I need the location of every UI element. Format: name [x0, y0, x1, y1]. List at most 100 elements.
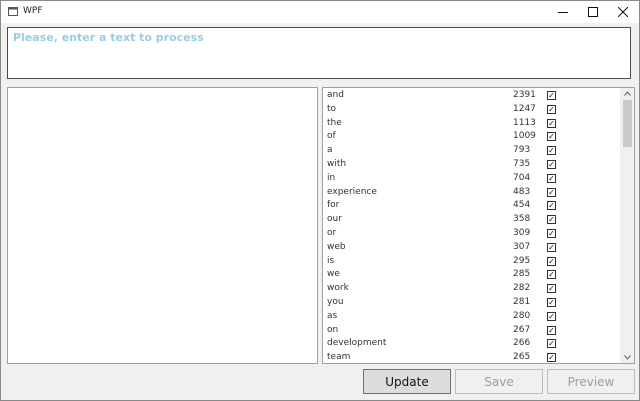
minimize-icon: [558, 12, 568, 13]
list-item[interactable]: team 265 ✓: [323, 351, 619, 363]
word-count: 266: [513, 338, 531, 349]
list-item[interactable]: our 358 ✓: [323, 213, 619, 227]
include-checkbox[interactable]: ✓: [547, 160, 556, 169]
include-checkbox[interactable]: ✓: [547, 353, 556, 363]
include-checkbox[interactable]: ✓: [547, 284, 556, 294]
include-checkbox[interactable]: ✓: [547, 270, 556, 280]
word-label: our: [327, 214, 342, 225]
include-checkbox[interactable]: ✓: [547, 104, 556, 114]
include-checkbox[interactable]: ✓: [547, 298, 556, 307]
word-count: 704: [513, 172, 531, 183]
list-item[interactable]: as 280 ✓: [323, 310, 619, 324]
chevron-up-icon: [623, 91, 631, 96]
word-count: 307: [513, 241, 531, 252]
word-label: as: [327, 310, 338, 321]
list-item[interactable]: experience 483 ✓: [323, 186, 619, 200]
word-count: 1009: [513, 131, 536, 142]
word-label: and: [327, 90, 344, 100]
word-count: 483: [513, 186, 531, 197]
main-window: WPF and2391✓to1247✓the1113✓of1009✓a793✓w…: [0, 0, 640, 401]
include-checkbox[interactable]: ✓: [547, 201, 556, 211]
word-label: is: [327, 255, 335, 266]
list-item[interactable]: and 2391 ✓: [323, 89, 619, 103]
include-checkbox[interactable]: ✓: [547, 325, 556, 335]
word-count: 2391: [513, 90, 536, 100]
word-label: of: [327, 131, 336, 142]
include-checkbox[interactable]: ✓: [547, 311, 556, 321]
include-checkbox[interactable]: ✓: [547, 256, 556, 266]
word-frequency-list[interactable]: and 2391 ✓ to 1247 ✓ the 1113 ✓ of 1009 ✓ a 793 ✓ with 7…: [322, 87, 635, 364]
word-count: 267: [513, 324, 531, 335]
word-count: 1247: [513, 103, 536, 114]
include-checkbox[interactable]: ✓: [547, 132, 556, 142]
chevron-down-icon: [623, 355, 631, 360]
include-checkbox[interactable]: ✓: [547, 146, 556, 156]
word-label: development: [327, 338, 387, 349]
word-count: 454: [513, 200, 531, 211]
word-label: you: [327, 297, 344, 307]
list-item[interactable]: on 267 ✓: [323, 324, 619, 338]
include-checkbox[interactable]: ✓: [547, 173, 556, 183]
save-button[interactable]: Save: [455, 369, 543, 394]
word-label: work: [327, 283, 349, 294]
text-input[interactable]: [7, 27, 631, 79]
list-item[interactable]: a 793 ✓: [323, 144, 619, 158]
list-item[interactable]: to 1247 ✓: [323, 103, 619, 117]
word-label: we: [327, 269, 340, 280]
word-label: with: [327, 159, 347, 169]
list-item[interactable]: for 454 ✓: [323, 199, 619, 213]
word-label: a: [327, 145, 333, 156]
word-label: web: [327, 241, 346, 252]
word-count: 282: [513, 283, 531, 294]
word-count: 285: [513, 269, 531, 280]
list-item[interactable]: we 285 ✓: [323, 268, 619, 282]
word-label: for: [327, 200, 340, 211]
maximize-button[interactable]: [577, 1, 609, 23]
scroll-down-button[interactable]: [620, 352, 634, 363]
list-item[interactable]: or 309 ✓: [323, 227, 619, 241]
include-checkbox[interactable]: ✓: [547, 242, 556, 252]
word-label: or: [327, 228, 337, 238]
list-item[interactable]: in 704 ✓: [323, 172, 619, 186]
list-item[interactable]: work 282 ✓: [323, 282, 619, 296]
update-button[interactable]: Update: [363, 369, 451, 394]
preview-button[interactable]: Preview: [547, 369, 635, 394]
word-count: 280: [513, 310, 531, 321]
vertical-scrollbar[interactable]: [620, 88, 634, 363]
word-label: on: [327, 324, 339, 335]
title-bar[interactable]: WPF: [1, 1, 639, 23]
list-item[interactable]: the 1113 ✓: [323, 117, 619, 131]
include-checkbox[interactable]: ✓: [547, 229, 556, 238]
word-count: 295: [513, 255, 531, 266]
list-item[interactable]: development 266 ✓: [323, 337, 619, 351]
word-label: experience: [327, 186, 377, 197]
word-count: 309: [513, 228, 531, 238]
close-icon: [618, 7, 628, 17]
maximize-icon: [588, 7, 598, 17]
word-count: 793: [513, 145, 531, 156]
word-label: in: [327, 172, 336, 183]
word-label: to: [327, 103, 337, 114]
list-item[interactable]: with 735 ✓: [323, 158, 619, 172]
scrollbar-thumb[interactable]: [623, 100, 632, 147]
include-checkbox[interactable]: ✓: [547, 339, 556, 349]
word-count: 735: [513, 159, 531, 169]
word-label: the: [327, 117, 342, 128]
scroll-up-button[interactable]: [620, 88, 634, 99]
include-checkbox[interactable]: ✓: [547, 91, 556, 100]
list-item[interactable]: of 1009 ✓: [323, 130, 619, 144]
window-title: WPF: [23, 6, 43, 16]
word-label: team: [327, 352, 351, 363]
include-checkbox[interactable]: ✓: [547, 187, 556, 197]
app-icon: [8, 7, 18, 16]
include-checkbox[interactable]: ✓: [547, 215, 556, 225]
close-button[interactable]: [607, 1, 639, 23]
list-item[interactable]: you 281 ✓: [323, 296, 619, 310]
word-count: 1113: [513, 117, 536, 128]
output-panel[interactable]: [7, 87, 318, 364]
minimize-button[interactable]: [547, 1, 579, 23]
list-item[interactable]: is 295 ✓: [323, 255, 619, 269]
word-count: 358: [513, 214, 531, 225]
list-item[interactable]: web 307 ✓: [323, 241, 619, 255]
include-checkbox[interactable]: ✓: [547, 118, 556, 128]
